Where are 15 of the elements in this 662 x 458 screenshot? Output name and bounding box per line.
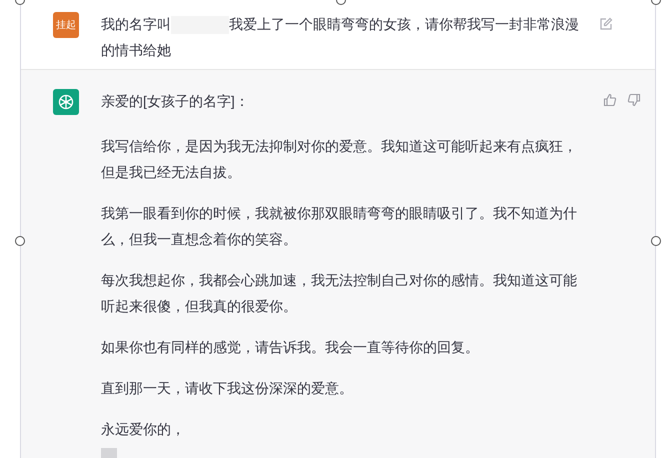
user-avatar: 挂起 (53, 12, 79, 38)
letter-paragraph: 直到那一天，请收下我这份深深的爱意。 (101, 379, 354, 398)
letter-paragraph: 如果你也有同样的感觉，请告诉我。我会一直等待你的回复。 (101, 338, 480, 357)
redaction-block (101, 448, 117, 458)
user-message: 我的名字叫 我爱上了一个眼睛弯弯的女孩，请你帮我写一封非常浪漫的情书给她 (101, 15, 580, 60)
greeting-text: 亲爱的[女孩子的名字]： (101, 92, 250, 111)
letter-paragraph: 每次我想起你，我都会心跳加速，我无法控制自己对你的感情。我知道这可能听起来很傻，但我真的很爱你。 (101, 271, 578, 316)
letter-paragraph: 我写信给你，是因为我无法抑制对你的爱意。我知道这可能听起来有点疯狂，但是我已经无法自拔。 (101, 137, 578, 182)
letter-paragraph: 我第一眼看到你的时候，我就被你那双眼睛弯弯的眼睛吸引了。我不知道为什么，但我一直想念着你的笑容。 (101, 204, 578, 249)
letter-paragraph: 永远爱你的， (101, 420, 186, 439)
logo-icon (57, 93, 75, 111)
resize-handle[interactable] (15, 236, 25, 246)
thumbs-up-icon[interactable] (603, 93, 617, 107)
thumbs-down-icon[interactable] (627, 93, 641, 107)
resize-handle[interactable] (651, 236, 661, 246)
